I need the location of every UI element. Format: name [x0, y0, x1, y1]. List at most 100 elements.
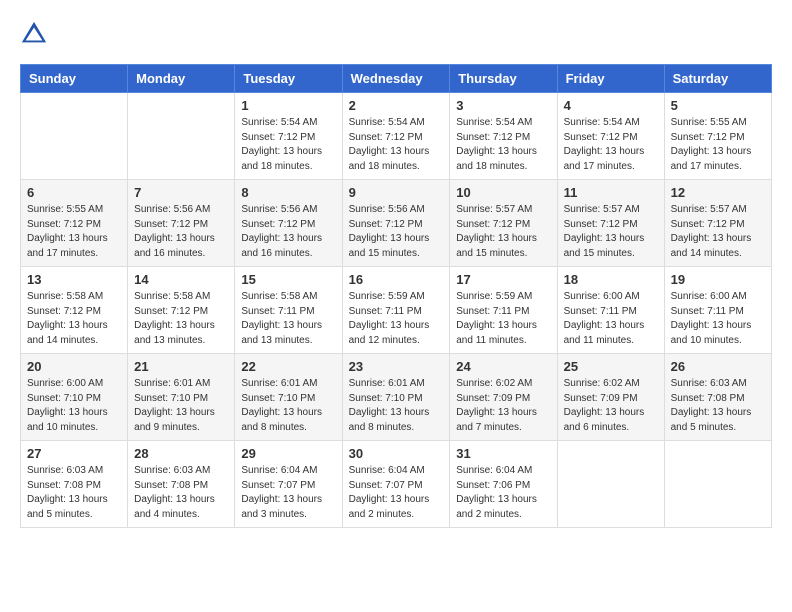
day-number: 29: [241, 446, 335, 461]
weekday-header: Wednesday: [342, 65, 450, 93]
day-number: 20: [27, 359, 121, 374]
day-number: 4: [564, 98, 658, 113]
day-number: 24: [456, 359, 550, 374]
weekday-header: Saturday: [664, 65, 771, 93]
calendar-cell: 23 Sunrise: 6:01 AM Sunset: 7:10 PM Dayli…: [342, 354, 450, 441]
weekday-header: Thursday: [450, 65, 557, 93]
day-info: Sunrise: 5:54 AM Sunset: 7:12 PM Dayligh…: [349, 116, 444, 174]
day-number: 30: [349, 446, 444, 461]
calendar-cell: 7 Sunrise: 5:56 AM Sunset: 7:12 PM Daylig…: [128, 180, 235, 267]
day-info: Sunrise: 5:58 AM Sunset: 7:12 PM Dayligh…: [27, 290, 121, 348]
calendar-cell: 17Sunrise: 5:59 AM Sunset: 7:11 PM Dayli…: [450, 267, 557, 354]
calendar-cell: 20 Sunrise: 6:00 AM Sunset: 7:10 PM Dayli…: [21, 354, 128, 441]
day-info: Sunrise: 5:56 AM Sunset: 7:12 PM Dayligh…: [134, 203, 228, 261]
day-number: 11: [564, 185, 658, 200]
weekday-header: Friday: [557, 65, 664, 93]
calendar-cell: 10 Sunrise: 5:57 AM Sunset: 7:12 PM Dayli…: [450, 180, 557, 267]
day-info: Sunrise: 5:55 AM Sunset: 7:12 PM Dayligh…: [671, 116, 765, 174]
day-info: Sunrise: 5:54 AM Sunset: 7:12 PM Dayligh…: [456, 116, 550, 174]
day-info: Sunrise: 6:01 AM Sunset: 7:10 PM Dayligh…: [349, 377, 444, 435]
day-info: Sunrise: 6:02 AM Sunset: 7:09 PM Dayligh…: [564, 377, 658, 435]
weekday-header: Tuesday: [235, 65, 342, 93]
day-info: Sunrise: 6:04 AM Sunset: 7:06 PM Dayligh…: [456, 464, 550, 522]
day-number: 18: [564, 272, 658, 287]
calendar-cell: 8 Sunrise: 5:56 AM Sunset: 7:12 PM Daylig…: [235, 180, 342, 267]
calendar-cell: 18Sunrise: 6:00 AM Sunset: 7:11 PM Dayli…: [557, 267, 664, 354]
day-info: Sunrise: 6:03 AM Sunset: 7:08 PM Dayligh…: [27, 464, 121, 522]
day-number: 8: [241, 185, 335, 200]
day-info: Sunrise: 6:02 AM Sunset: 7:09 PM Dayligh…: [456, 377, 550, 435]
day-info: Sunrise: 6:04 AM Sunset: 7:07 PM Dayligh…: [349, 464, 444, 522]
calendar-cell: 30 Sunrise: 6:04 AM Sunset: 7:07 PM Dayli…: [342, 441, 450, 528]
calendar-cell: 16Sunrise: 5:59 AM Sunset: 7:11 PM Dayli…: [342, 267, 450, 354]
day-number: 3: [456, 98, 550, 113]
day-number: 5: [671, 98, 765, 113]
logo-icon: [20, 20, 48, 48]
calendar-cell: 31 Sunrise: 6:04 AM Sunset: 7:06 PM Dayli…: [450, 441, 557, 528]
calendar-header-row: SundayMondayTuesdayWednesdayThursdayFrid…: [21, 65, 772, 93]
day-number: 9: [349, 185, 444, 200]
calendar-cell: 25 Sunrise: 6:02 AM Sunset: 7:09 PM Dayli…: [557, 354, 664, 441]
calendar-cell: 21Sunrise: 6:01 AM Sunset: 7:10 PM Dayli…: [128, 354, 235, 441]
calendar-cell: [128, 93, 235, 180]
day-info: Sunrise: 6:03 AM Sunset: 7:08 PM Dayligh…: [134, 464, 228, 522]
day-info: Sunrise: 5:57 AM Sunset: 7:12 PM Dayligh…: [456, 203, 550, 261]
day-info: Sunrise: 5:58 AM Sunset: 7:11 PM Dayligh…: [241, 290, 335, 348]
calendar-cell: 24 Sunrise: 6:02 AM Sunset: 7:09 PM Dayli…: [450, 354, 557, 441]
day-info: Sunrise: 5:54 AM Sunset: 7:12 PM Dayligh…: [241, 116, 335, 174]
day-number: 19: [671, 272, 765, 287]
day-number: 31: [456, 446, 550, 461]
weekday-header: Sunday: [21, 65, 128, 93]
calendar-cell: 13 Sunrise: 5:58 AM Sunset: 7:12 PM Dayli…: [21, 267, 128, 354]
calendar-cell: 28 Sunrise: 6:03 AM Sunset: 7:08 PM Dayli…: [128, 441, 235, 528]
calendar-cell: 26 Sunrise: 6:03 AM Sunset: 7:08 PM Dayli…: [664, 354, 771, 441]
day-info: Sunrise: 6:03 AM Sunset: 7:08 PM Dayligh…: [671, 377, 765, 435]
day-info: Sunrise: 5:55 AM Sunset: 7:12 PM Dayligh…: [27, 203, 121, 261]
calendar-week-row: 6 Sunrise: 5:55 AM Sunset: 7:12 PM Daylig…: [21, 180, 772, 267]
calendar-cell: 27 Sunrise: 6:03 AM Sunset: 7:08 PM Dayli…: [21, 441, 128, 528]
day-number: 2: [349, 98, 444, 113]
day-number: 27: [27, 446, 121, 461]
day-number: 15: [241, 272, 335, 287]
day-info: Sunrise: 5:54 AM Sunset: 7:12 PM Dayligh…: [564, 116, 658, 174]
calendar-cell: 6 Sunrise: 5:55 AM Sunset: 7:12 PM Daylig…: [21, 180, 128, 267]
day-info: Sunrise: 6:00 AM Sunset: 7:11 PM Dayligh…: [671, 290, 765, 348]
day-number: 25: [564, 359, 658, 374]
calendar-cell: 3 Sunrise: 5:54 AM Sunset: 7:12 PM Daylig…: [450, 93, 557, 180]
day-number: 10: [456, 185, 550, 200]
day-number: 7: [134, 185, 228, 200]
day-info: Sunrise: 5:57 AM Sunset: 7:12 PM Dayligh…: [671, 203, 765, 261]
calendar-cell: 9 Sunrise: 5:56 AM Sunset: 7:12 PM Daylig…: [342, 180, 450, 267]
calendar-week-row: 20 Sunrise: 6:00 AM Sunset: 7:10 PM Dayli…: [21, 354, 772, 441]
weekday-header: Monday: [128, 65, 235, 93]
day-info: Sunrise: 6:00 AM Sunset: 7:10 PM Dayligh…: [27, 377, 121, 435]
calendar-cell: 19 Sunrise: 6:00 AM Sunset: 7:11 PM Dayli…: [664, 267, 771, 354]
calendar-cell: 12Sunrise: 5:57 AM Sunset: 7:12 PM Dayli…: [664, 180, 771, 267]
day-number: 28: [134, 446, 228, 461]
logo: [20, 20, 50, 48]
calendar-cell: 14Sunrise: 5:58 AM Sunset: 7:12 PM Dayli…: [128, 267, 235, 354]
day-number: 1: [241, 98, 335, 113]
calendar-cell: [557, 441, 664, 528]
day-number: 14: [134, 272, 228, 287]
day-info: Sunrise: 6:01 AM Sunset: 7:10 PM Dayligh…: [134, 377, 228, 435]
calendar-cell: 4 Sunrise: 5:54 AM Sunset: 7:12 PM Daylig…: [557, 93, 664, 180]
day-info: Sunrise: 5:59 AM Sunset: 7:11 PM Dayligh…: [349, 290, 444, 348]
calendar-cell: 1 Sunrise: 5:54 AM Sunset: 7:12 PM Daylig…: [235, 93, 342, 180]
day-number: 26: [671, 359, 765, 374]
day-number: 23: [349, 359, 444, 374]
calendar-cell: 22Sunrise: 6:01 AM Sunset: 7:10 PM Dayli…: [235, 354, 342, 441]
day-number: 6: [27, 185, 121, 200]
calendar-table: SundayMondayTuesdayWednesdayThursdayFrid…: [20, 64, 772, 528]
calendar-cell: 29Sunrise: 6:04 AM Sunset: 7:07 PM Dayli…: [235, 441, 342, 528]
page-header: [20, 20, 772, 48]
day-info: Sunrise: 5:56 AM Sunset: 7:12 PM Dayligh…: [349, 203, 444, 261]
calendar-cell: 15 Sunrise: 5:58 AM Sunset: 7:11 PM Dayli…: [235, 267, 342, 354]
calendar-week-row: 1 Sunrise: 5:54 AM Sunset: 7:12 PM Daylig…: [21, 93, 772, 180]
day-number: 13: [27, 272, 121, 287]
day-number: 17: [456, 272, 550, 287]
day-info: Sunrise: 5:56 AM Sunset: 7:12 PM Dayligh…: [241, 203, 335, 261]
day-info: Sunrise: 6:01 AM Sunset: 7:10 PM Dayligh…: [241, 377, 335, 435]
calendar-cell: 11Sunrise: 5:57 AM Sunset: 7:12 PM Dayli…: [557, 180, 664, 267]
calendar-cell: 2 Sunrise: 5:54 AM Sunset: 7:12 PM Daylig…: [342, 93, 450, 180]
